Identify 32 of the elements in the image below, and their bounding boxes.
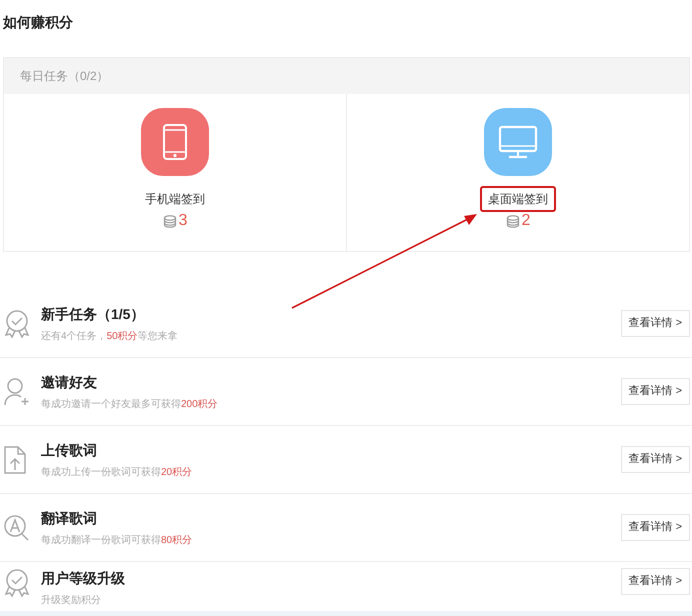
details-button[interactable]: 查看详情 > xyxy=(620,310,690,337)
app-tile[interactable] xyxy=(141,108,209,176)
task-title: 翻译歌词 xyxy=(41,508,97,528)
tablet-icon xyxy=(162,123,188,161)
details-button[interactable]: 查看详情 > xyxy=(620,446,690,473)
details-button[interactable]: 查看详情 > xyxy=(620,514,690,541)
badge-icon xyxy=(3,308,31,338)
coins-icon xyxy=(162,214,177,228)
points-value: 3 xyxy=(178,212,188,230)
translate-icon xyxy=(3,512,31,542)
task-title: 用户等级升级 xyxy=(41,569,125,588)
task-label: 桌面端签到 xyxy=(480,186,556,212)
coins-icon xyxy=(506,214,520,228)
task-description: 升级奖励积分 xyxy=(41,594,101,608)
task-description: 还有4个任务，50积分等您来拿 xyxy=(41,330,178,344)
task-title: 邀请好友 xyxy=(41,372,97,392)
page-title: 如何赚积分 xyxy=(3,13,73,32)
panel-header: 每日任务（0/2） xyxy=(20,68,109,85)
upload-file-icon xyxy=(3,444,27,474)
task-description: 每成功邀请一个好友最多可获得200积分 xyxy=(41,398,218,412)
task-title: 上传歌词 xyxy=(41,440,97,460)
details-button[interactable]: 查看详情 > xyxy=(620,568,690,595)
details-button[interactable]: 查看详情 > xyxy=(620,378,690,405)
points-value: 2 xyxy=(522,212,530,230)
app-tile[interactable] xyxy=(484,108,552,176)
monitor-icon xyxy=(498,125,538,159)
task-label: 手机端签到 xyxy=(144,191,206,208)
task-description: 每成功上传一份歌词可获得20积分 xyxy=(41,466,192,480)
task-description: 每成功翻译一份歌词可获得80积分 xyxy=(41,534,192,548)
add-user-icon xyxy=(3,376,31,406)
badge-icon xyxy=(3,568,31,598)
task-title: 新手任务（1/5） xyxy=(41,304,144,324)
